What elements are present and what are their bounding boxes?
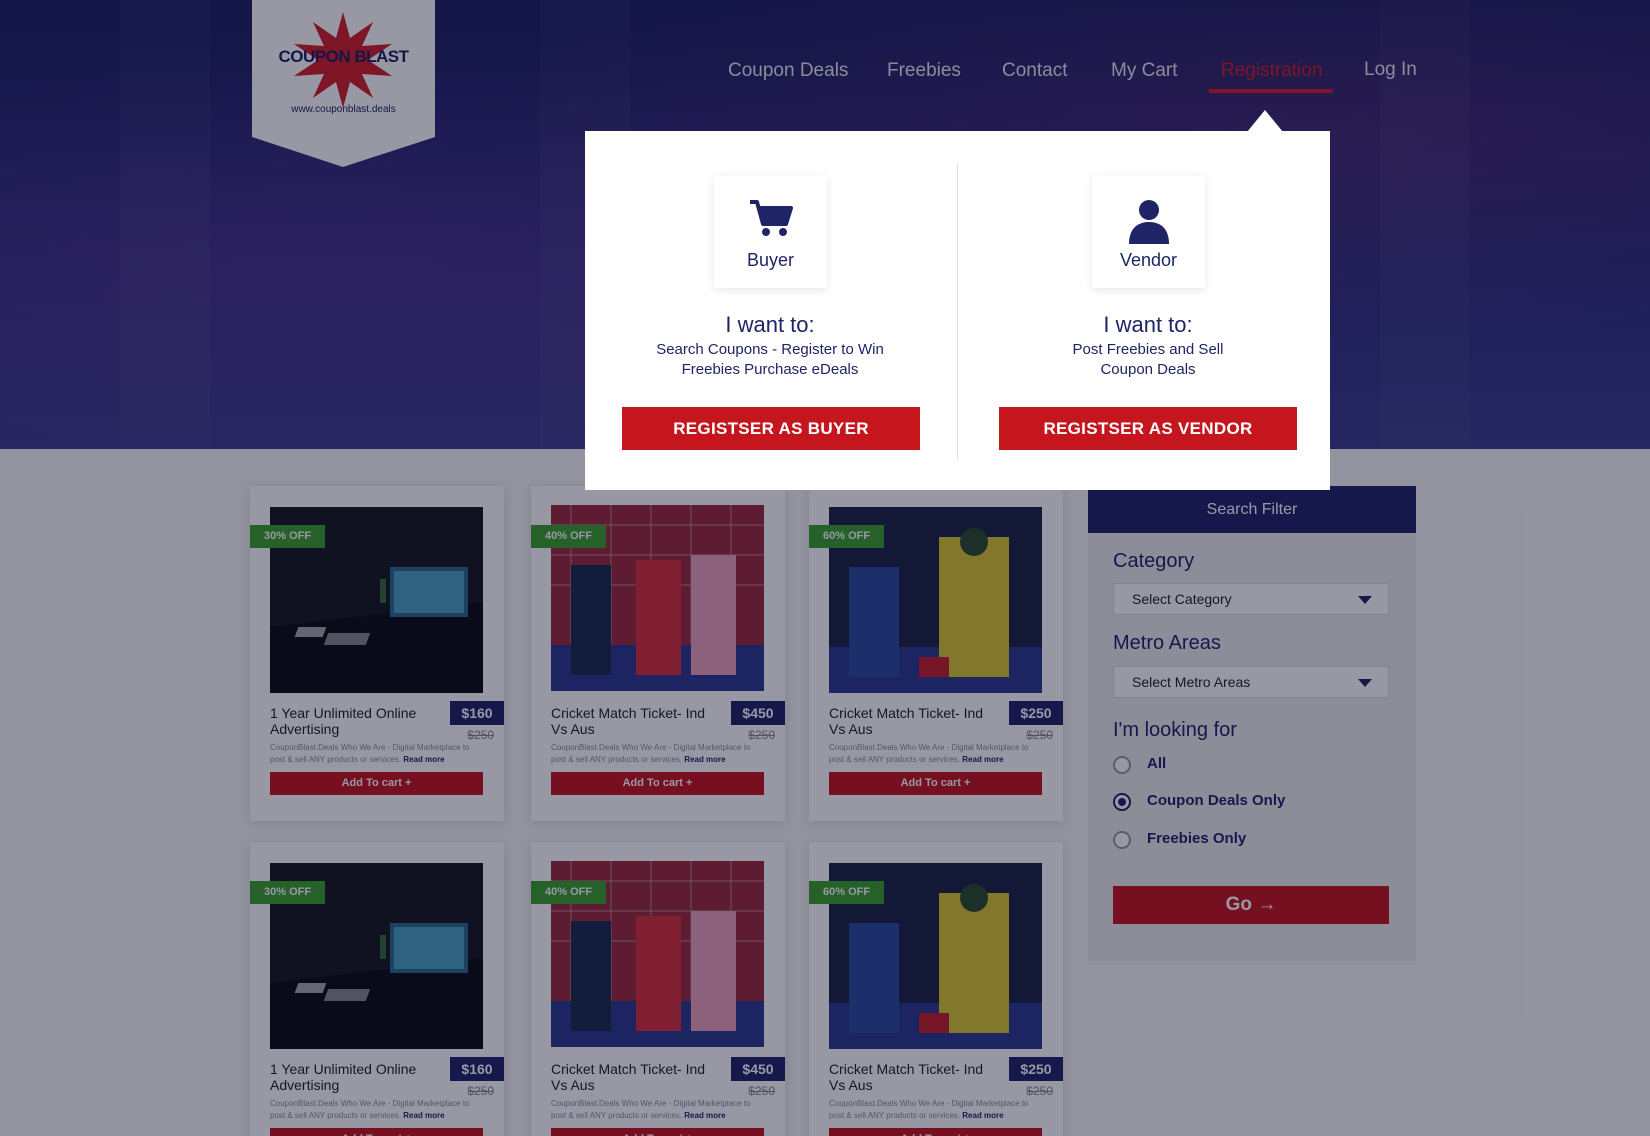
register-buyer-button[interactable]: REGISTSER AS BUYER	[622, 407, 920, 450]
buyer-desc-line2: Freebies Purchase eDeals	[681, 361, 859, 378]
register-vendor-button[interactable]: REGISTSER AS VENDOR	[999, 407, 1297, 450]
buyer-card[interactable]: Buyer	[714, 176, 827, 288]
user-icon	[1092, 198, 1205, 249]
popup-divider	[957, 163, 958, 458]
buyer-label: Buyer	[746, 250, 795, 270]
vendor-want-heading: I want to:	[1103, 312, 1193, 337]
buyer-desc-line1: Search Coupons - Register to Win	[656, 341, 884, 358]
popup-arrow	[1247, 110, 1283, 132]
vendor-desc-line1: Post Freebies and Sell	[1072, 341, 1224, 358]
vendor-desc-line2: Coupon Deals	[1100, 361, 1196, 378]
buyer-want-heading: I want to:	[725, 312, 815, 337]
vendor-label: Vendor	[1119, 250, 1178, 270]
vendor-card[interactable]: Vendor	[1092, 176, 1205, 288]
registration-popup: Buyer I want to: Search Coupons - Regist…	[585, 131, 1330, 490]
cart-icon	[714, 198, 827, 243]
